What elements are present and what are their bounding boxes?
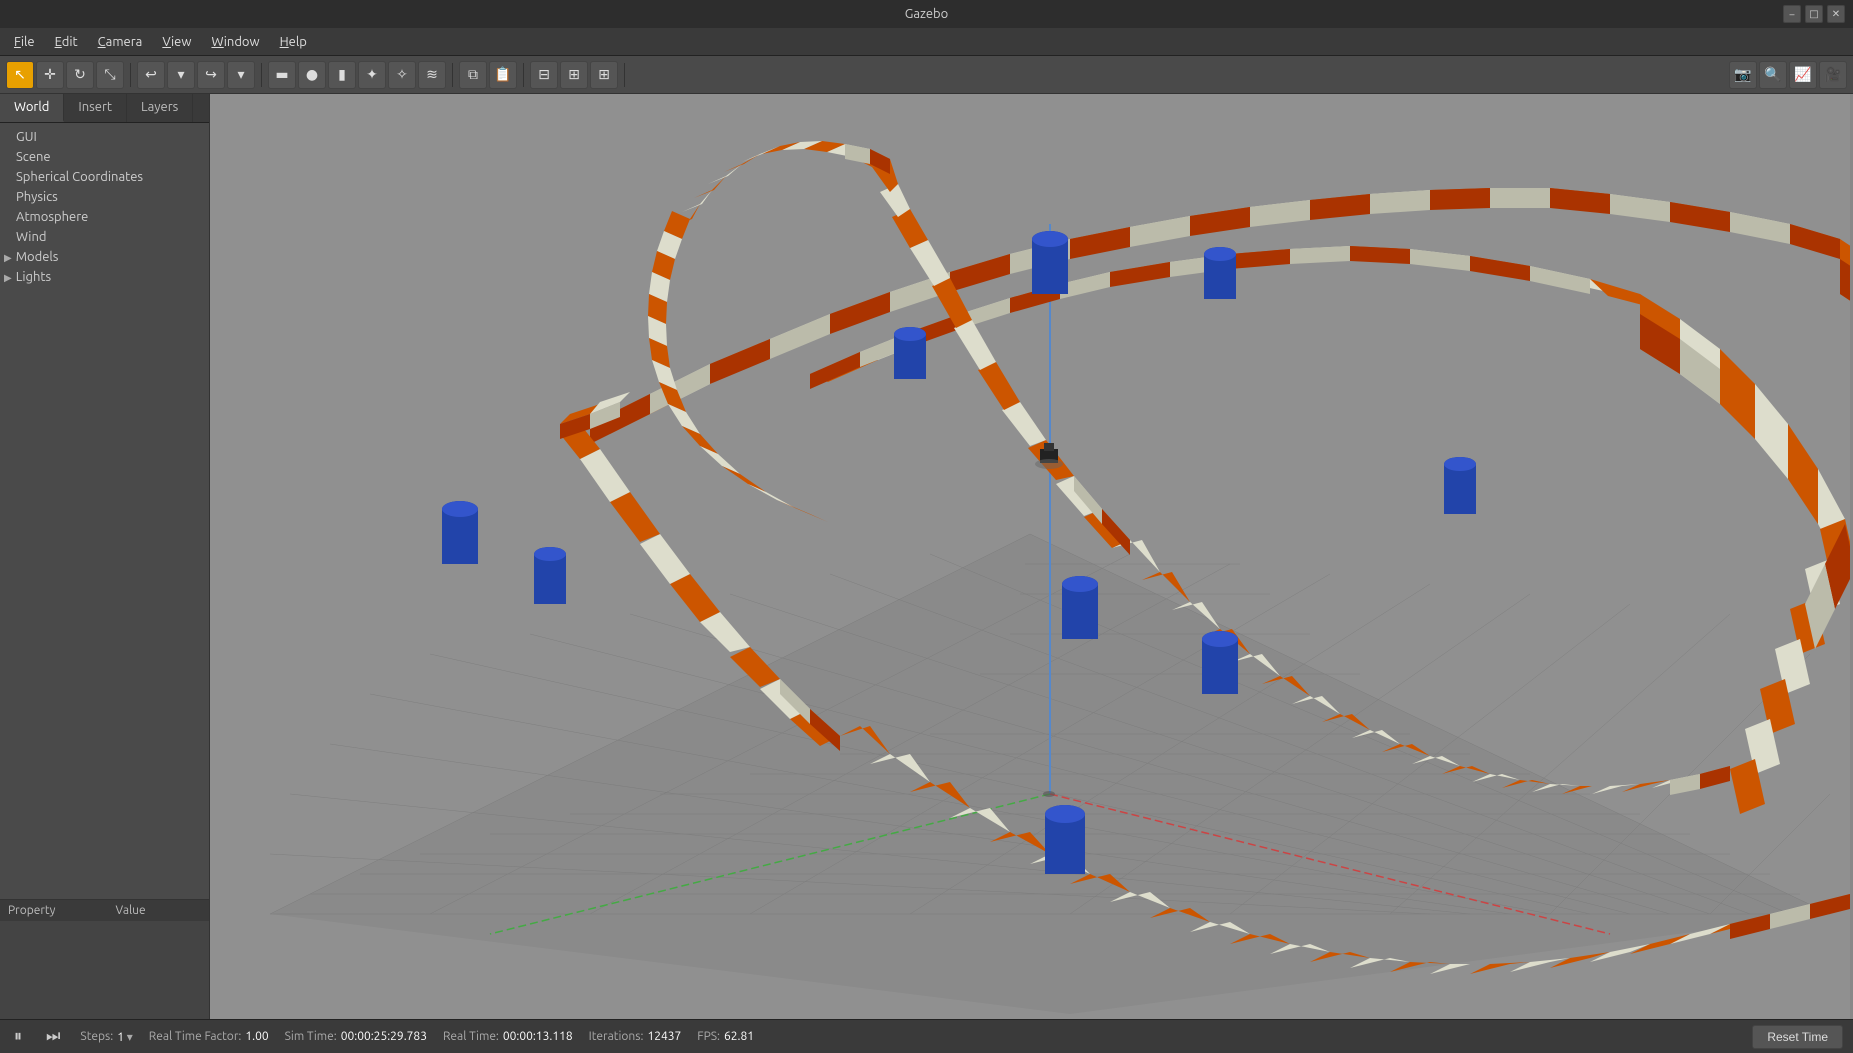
toolbar: ↖ ✛ ↻ ⤡ ↩ ▾ ↪ ▾ ▬ ● ▮ ✦ ✧ ≋ ⧉ 📋 ⊟ ⊞ ⊞ 📷 …: [0, 56, 1853, 94]
iterations-value: 12437: [647, 1030, 681, 1043]
3d-viewport[interactable]: [210, 94, 1853, 1019]
realtime-factor-value: 1.00: [245, 1030, 268, 1043]
steps-item: Steps: 1 ▾: [80, 1030, 132, 1044]
grid-button[interactable]: ⊞: [590, 61, 618, 89]
real-time-value: 00:00:13.118: [503, 1030, 573, 1043]
iterations-item: Iterations: 12437: [589, 1030, 682, 1043]
tab-bar: World Insert Layers: [0, 94, 209, 123]
tree-item-lights[interactable]: ▶Lights: [0, 267, 209, 287]
reset-time-button[interactable]: Reset Time: [1752, 1025, 1843, 1049]
scene-canvas: [210, 94, 1853, 1019]
fps-item: FPS: 62.81: [697, 1030, 754, 1043]
fps-label: FPS:: [697, 1030, 720, 1043]
sim-time-label: Sim Time:: [285, 1030, 337, 1043]
minimize-button[interactable]: –: [1783, 5, 1801, 23]
sep2: [261, 63, 262, 87]
paste-button[interactable]: 📋: [489, 61, 517, 89]
step-button[interactable]: ⏭: [42, 1028, 64, 1046]
tree-item-wind[interactable]: Wind: [0, 227, 209, 247]
window-controls: – □ ✕: [1783, 5, 1845, 23]
scale-tool-button[interactable]: ⤡: [96, 61, 124, 89]
select-tool-button[interactable]: ↖: [6, 61, 34, 89]
sim-time-item: Sim Time: 00:00:25:29.783: [285, 1030, 427, 1043]
spot-light-button[interactable]: ✧: [388, 61, 416, 89]
menu-view[interactable]: View: [152, 31, 201, 53]
property-col-label: Property: [8, 904, 55, 917]
status-bar: ⏸ ⏭ Steps: 1 ▾ Real Time Factor: 1.00 Si…: [0, 1019, 1853, 1053]
realtime-factor-label: Real Time Factor:: [149, 1030, 242, 1043]
tree-item-atmosphere[interactable]: Atmosphere: [0, 207, 209, 227]
fps-value: 62.81: [724, 1030, 754, 1043]
property-panel: Property Value: [0, 899, 209, 1019]
pause-button[interactable]: ⏸: [10, 1028, 26, 1046]
close-button[interactable]: ✕: [1827, 5, 1845, 23]
real-time-item: Real Time: 00:00:13.118: [443, 1030, 573, 1043]
tree-item-spherical[interactable]: Spherical Coordinates: [0, 167, 209, 187]
snap-button[interactable]: ⊞: [560, 61, 588, 89]
tree-item-gui[interactable]: GUI: [0, 127, 209, 147]
menu-file[interactable]: File: [4, 31, 45, 53]
tree-item-scene[interactable]: Scene: [0, 147, 209, 167]
redo-button[interactable]: ↪: [197, 61, 225, 89]
point-light-button[interactable]: ✦: [358, 61, 386, 89]
steps-value: 1 ▾: [117, 1030, 133, 1044]
translate-tool-button[interactable]: ✛: [36, 61, 64, 89]
video-button[interactable]: 🎥: [1819, 61, 1847, 89]
property-header: Property Value: [0, 900, 209, 921]
dir-light-button[interactable]: ≋: [418, 61, 446, 89]
menu-help[interactable]: Help: [270, 31, 317, 53]
value-col-label: Value: [115, 904, 145, 917]
cylinder-button[interactable]: ▮: [328, 61, 356, 89]
tree-item-physics[interactable]: Physics: [0, 187, 209, 207]
chart-button[interactable]: 📈: [1789, 61, 1817, 89]
lights-arrow-icon: ▶: [4, 272, 12, 283]
align-button[interactable]: ⊟: [530, 61, 558, 89]
world-tree: GUI Scene Spherical Coordinates Physics …: [0, 123, 209, 899]
maximize-button[interactable]: □: [1805, 5, 1823, 23]
left-panel: World Insert Layers GUI Scene Spherical …: [0, 94, 210, 1019]
app-title: Gazebo: [905, 7, 949, 21]
models-arrow-icon: ▶: [4, 252, 12, 263]
box-button[interactable]: ▬: [268, 61, 296, 89]
redo-dropdown-button[interactable]: ▾: [227, 61, 255, 89]
realtime-factor-item: Real Time Factor: 1.00: [149, 1030, 269, 1043]
tab-world[interactable]: World: [0, 94, 64, 122]
rotate-tool-button[interactable]: ↻: [66, 61, 94, 89]
tab-layers[interactable]: Layers: [127, 94, 193, 122]
sphere-button[interactable]: ●: [298, 61, 326, 89]
menu-edit[interactable]: Edit: [45, 31, 88, 53]
iterations-label: Iterations:: [589, 1030, 644, 1043]
menu-camera[interactable]: Camera: [88, 31, 153, 53]
title-bar: Gazebo – □ ✕: [0, 0, 1853, 28]
screenshot-button[interactable]: 📷: [1729, 61, 1757, 89]
tab-insert[interactable]: Insert: [64, 94, 127, 122]
menu-bar: File Edit Camera View Window Help: [0, 28, 1853, 56]
sep1: [130, 63, 131, 87]
sep5: [624, 63, 625, 87]
zoom-button[interactable]: 🔍: [1759, 61, 1787, 89]
undo-button[interactable]: ↩: [137, 61, 165, 89]
main-layout: World Insert Layers GUI Scene Spherical …: [0, 94, 1853, 1019]
copy-button[interactable]: ⧉: [459, 61, 487, 89]
sim-time-value: 00:00:25:29.783: [341, 1030, 427, 1043]
tree-item-models[interactable]: ▶Models: [0, 247, 209, 267]
steps-label: Steps:: [80, 1030, 113, 1043]
sep3: [452, 63, 453, 87]
menu-window[interactable]: Window: [201, 31, 269, 53]
sep4: [523, 63, 524, 87]
real-time-label: Real Time:: [443, 1030, 499, 1043]
undo-dropdown-button[interactable]: ▾: [167, 61, 195, 89]
